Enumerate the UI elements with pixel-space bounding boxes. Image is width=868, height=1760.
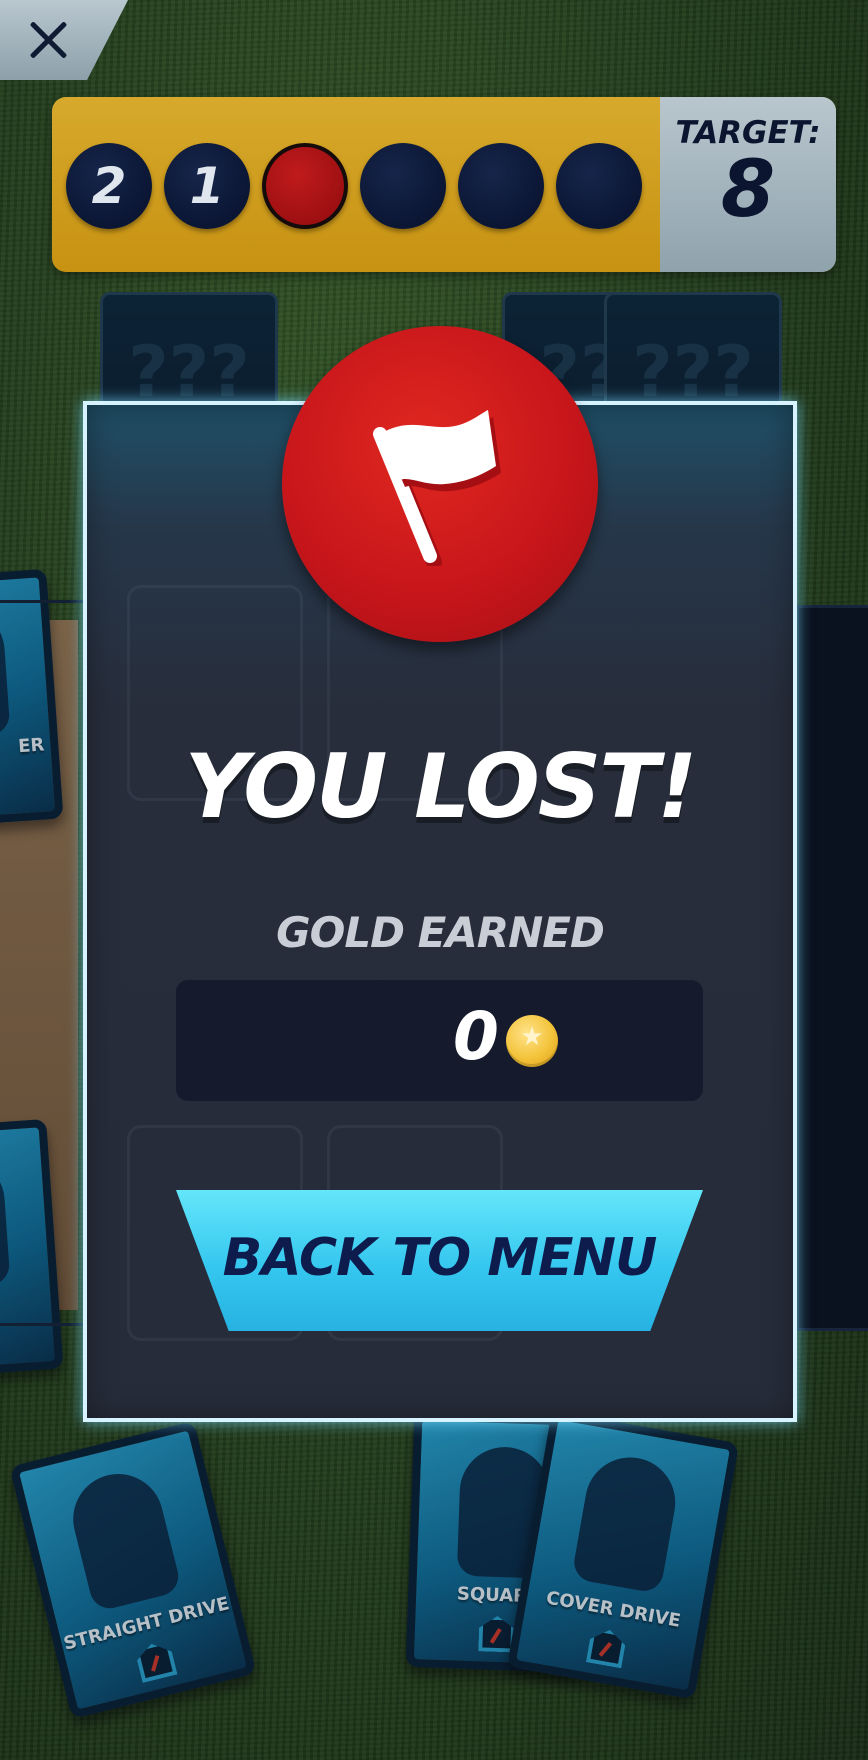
back-to-menu-button[interactable]: BACK TO MENU	[176, 1190, 703, 1331]
coin-icon	[506, 1015, 558, 1067]
target-box: TARGET: 8	[660, 97, 836, 272]
close-icon	[26, 18, 70, 62]
flag-icon	[373, 410, 501, 566]
over-balls: 2 1	[66, 143, 642, 229]
ball-3-out	[262, 143, 348, 229]
score-bar: 2 1 TARGET: 8	[52, 97, 836, 272]
gold-earned-box: 0	[176, 980, 703, 1101]
result-title: YOU LOST!	[184, 735, 698, 838]
ball-5	[458, 143, 544, 229]
surrender-badge	[282, 326, 598, 642]
game-screen: ??? ?? ??? ER STRAIGHT DRIVE SQUARE COVE…	[0, 0, 868, 1760]
gold-earned-label: GOLD EARNED	[276, 908, 605, 957]
ball-1: 2	[66, 143, 152, 229]
ball-2: 1	[164, 143, 250, 229]
ball-6	[556, 143, 642, 229]
back-to-menu-label: BACK TO MENU	[222, 1228, 658, 1288]
ball-4	[360, 143, 446, 229]
target-value: 8	[720, 145, 776, 235]
